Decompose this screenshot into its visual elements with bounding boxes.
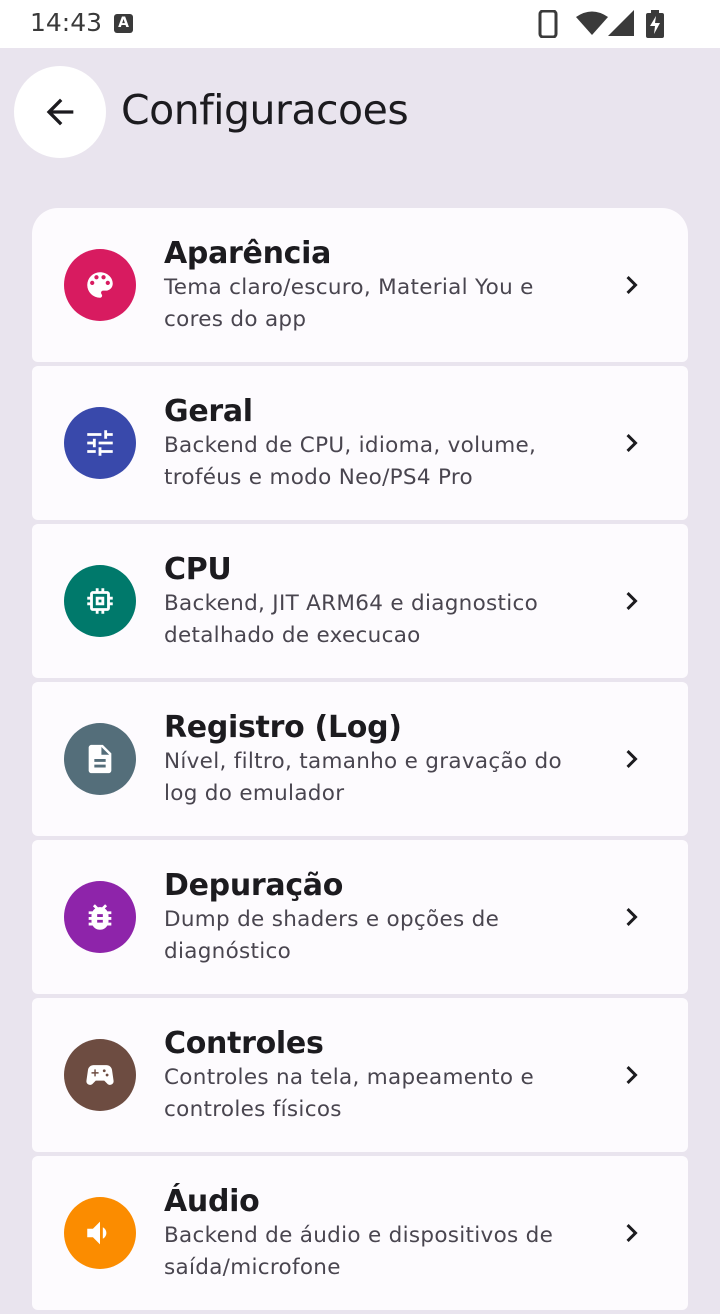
settings-item-geral[interactable]: Geral Backend de CPU, idioma, volume, tr… bbox=[32, 366, 688, 520]
top-app-bar: Configuracoes bbox=[0, 48, 720, 198]
phone-icon bbox=[538, 10, 558, 38]
tune-icon bbox=[64, 407, 136, 479]
status-time: 14:43 bbox=[30, 8, 103, 37]
item-title: Controles bbox=[164, 1026, 324, 1061]
item-subtitle: Backend de áudio e dispositivos de saída… bbox=[164, 1223, 554, 1280]
item-subtitle: Backend, JIT ARM64 e diagnostico detalha… bbox=[164, 591, 539, 648]
chevron-right-icon bbox=[626, 592, 638, 610]
item-title: Aparência bbox=[164, 236, 332, 271]
item-title: Áudio bbox=[164, 1184, 260, 1219]
bug-icon bbox=[64, 881, 136, 953]
status-bar: 14:43 A bbox=[0, 0, 720, 48]
battery-charging-icon bbox=[646, 10, 664, 38]
palette-icon bbox=[64, 249, 136, 321]
page-title: Configuracoes bbox=[121, 86, 409, 134]
settings-item-registro[interactable]: Registro (Log) Nível, filtro, tamanho e … bbox=[32, 682, 688, 836]
settings-list: Aparência Tema claro/escuro, Material Yo… bbox=[32, 208, 688, 1314]
signal-icon bbox=[608, 10, 634, 36]
memory-icon bbox=[64, 565, 136, 637]
item-subtitle: Nível, filtro, tamanho e gravação do log… bbox=[164, 749, 562, 806]
arrow-back-icon bbox=[46, 98, 74, 126]
item-subtitle: Tema claro/escuro, Material You e cores … bbox=[164, 275, 534, 332]
settings-item-aparencia[interactable]: Aparência Tema claro/escuro, Material Yo… bbox=[32, 208, 688, 362]
wifi-icon bbox=[576, 11, 608, 35]
item-title: Depuração bbox=[164, 868, 344, 903]
item-title: Geral bbox=[164, 394, 253, 429]
chevron-right-icon bbox=[626, 434, 638, 452]
document-icon bbox=[64, 723, 136, 795]
item-subtitle: Controles na tela, mapeamento e controle… bbox=[164, 1065, 535, 1122]
settings-item-audio[interactable]: Áudio Backend de áudio e dispositivos de… bbox=[32, 1156, 688, 1310]
chevron-right-icon bbox=[626, 276, 638, 294]
item-title: CPU bbox=[164, 552, 232, 587]
gamepad-icon bbox=[64, 1039, 136, 1111]
chevron-right-icon bbox=[626, 1066, 638, 1084]
notification-icon: A bbox=[114, 14, 133, 33]
back-button[interactable] bbox=[14, 66, 106, 158]
chevron-right-icon bbox=[626, 908, 638, 926]
settings-item-controles[interactable]: Controles Controles na tela, mapeamento … bbox=[32, 998, 688, 1152]
item-subtitle: Backend de CPU, idioma, volume, troféus … bbox=[164, 433, 537, 490]
settings-item-cpu[interactable]: CPU Backend, JIT ARM64 e diagnostico det… bbox=[32, 524, 688, 678]
settings-item-depuracao[interactable]: Depuração Dump de shaders e opções de di… bbox=[32, 840, 688, 994]
item-title: Registro (Log) bbox=[164, 710, 402, 745]
chevron-right-icon bbox=[626, 750, 638, 768]
item-subtitle: Dump de shaders e opções de diagnóstico bbox=[164, 907, 500, 964]
chevron-right-icon bbox=[626, 1224, 638, 1242]
volume-icon bbox=[64, 1197, 136, 1269]
